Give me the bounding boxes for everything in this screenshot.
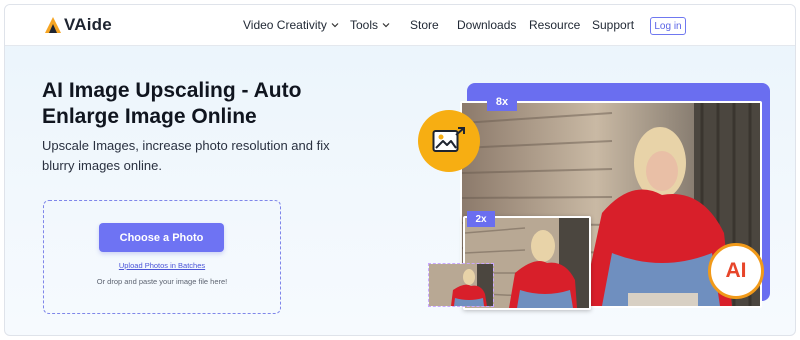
- page-frame: VAide Video Creativity Tools Store Downl…: [4, 4, 796, 336]
- original-photo-small: [428, 263, 494, 307]
- scale-8x-label: 8x: [487, 93, 517, 111]
- nav-downloads[interactable]: Downloads: [457, 18, 516, 32]
- hero-illustration: 8x 2x AI: [415, 83, 775, 313]
- upload-dropzone[interactable]: Choose a Photo Upload Photos in Batches …: [43, 200, 281, 314]
- brand-name: VAide: [64, 15, 112, 34]
- page-subtitle: Upscale Images, increase photo resolutio…: [42, 138, 330, 173]
- logo-triangle-icon: [45, 17, 61, 33]
- choose-photo-button[interactable]: Choose a Photo: [99, 223, 224, 252]
- drop-hint-text: Or drop and paste your image file here!: [96, 277, 228, 286]
- upload-batch-link[interactable]: Upload Photos in Batches: [44, 261, 280, 270]
- ai-badge: AI: [708, 243, 764, 299]
- nav-label: Support: [592, 18, 635, 32]
- login-button[interactable]: Log in: [650, 17, 686, 35]
- nav-label: Store: [410, 18, 439, 32]
- top-navbar: VAide Video Creativity Tools Store Downl…: [5, 5, 795, 46]
- nav-support[interactable]: Support: [592, 18, 634, 32]
- page-title: AI Image Upscaling - Auto Enlarge Image …: [42, 79, 302, 128]
- nav-label: Tools: [350, 18, 379, 32]
- image-enlarge-icon: [418, 110, 480, 172]
- nav-tools[interactable]: Tools: [350, 18, 390, 32]
- nav-label: Resource: [529, 18, 581, 32]
- chevron-down-icon: [331, 23, 339, 28]
- nav-resource[interactable]: Resource: [529, 18, 580, 32]
- scale-2x-label: 2x: [467, 211, 495, 227]
- nav-label: Video Creativity: [243, 18, 327, 32]
- brand-logo[interactable]: VAide: [43, 14, 112, 36]
- nav-label: Downloads: [457, 18, 517, 32]
- nav-store[interactable]: Store: [410, 18, 439, 32]
- chevron-down-icon: [382, 23, 390, 28]
- nav-video-creativity[interactable]: Video Creativity: [243, 18, 339, 32]
